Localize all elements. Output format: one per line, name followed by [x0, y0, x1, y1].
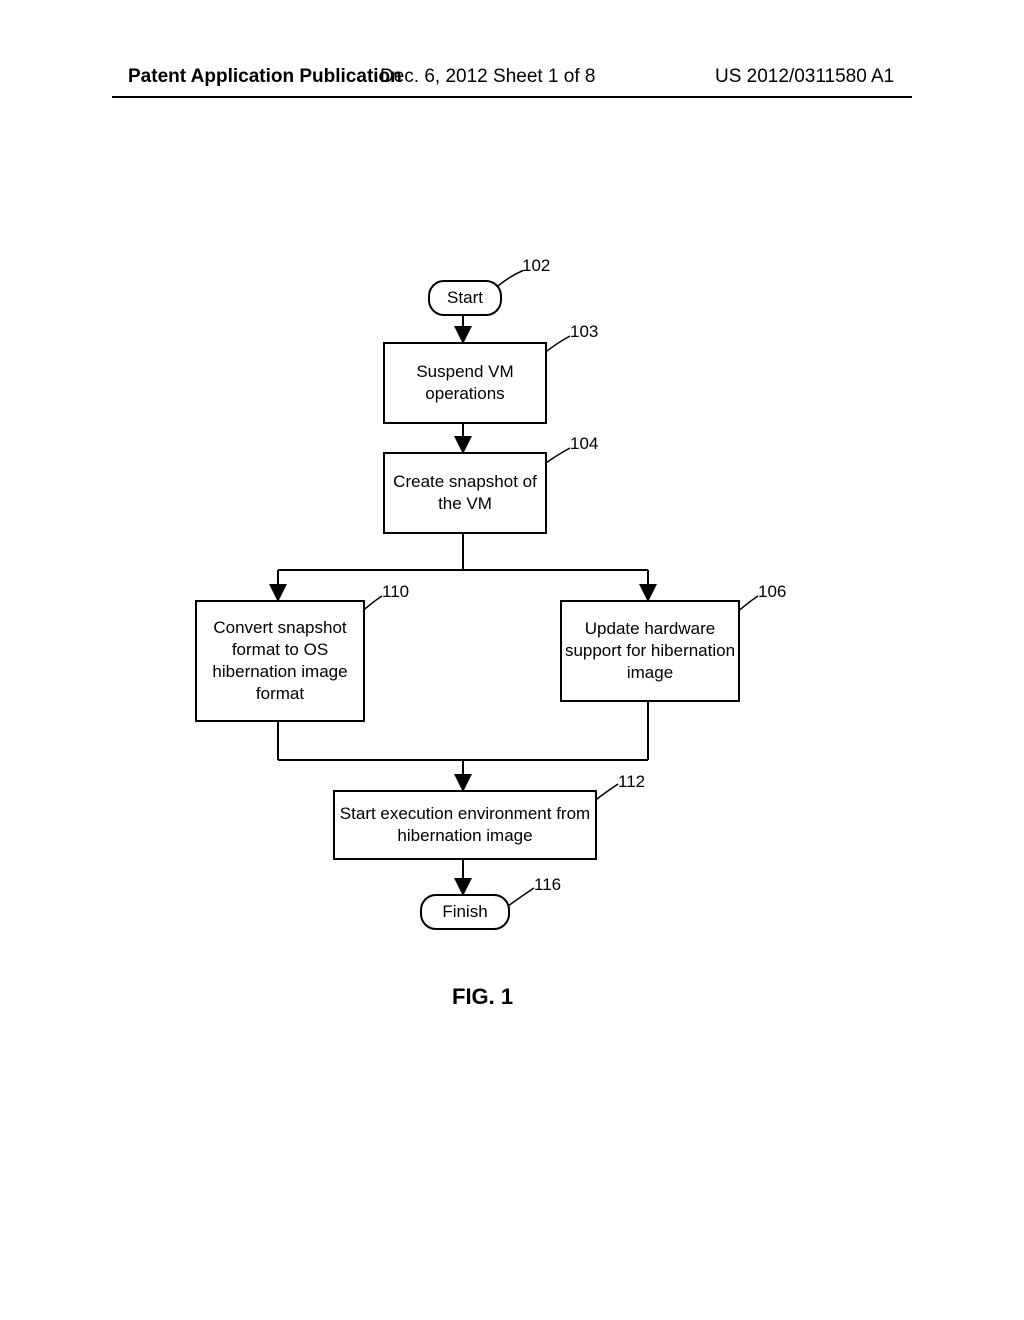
create-snapshot-text: Create snapshot of the VM: [385, 471, 545, 515]
ref-102: 102: [522, 256, 550, 276]
convert-snapshot-text: Convert snapshot format to OS hibernatio…: [197, 617, 363, 705]
flowchart-create-snapshot: Create snapshot of the VM: [383, 452, 547, 534]
header-divider: [112, 96, 912, 98]
start-execution-text: Start execution environment from hiberna…: [335, 803, 595, 847]
header-date-sheet: Dec. 6, 2012 Sheet 1 of 8: [380, 66, 596, 88]
suspend-vm-text: Suspend VM operations: [385, 361, 545, 405]
flowchart-finish: Finish: [420, 894, 510, 930]
header-doc-number: US 2012/0311580 A1: [715, 66, 894, 88]
ref-110: 110: [382, 582, 409, 602]
start-label: Start: [447, 288, 483, 308]
flowchart-start: Start: [428, 280, 502, 316]
finish-label: Finish: [442, 902, 487, 922]
ref-104: 104: [570, 434, 598, 454]
ref-112: 112: [618, 772, 645, 792]
page-header: Patent Application Publication Dec. 6, 2…: [0, 66, 1024, 96]
flowchart-suspend-vm: Suspend VM operations: [383, 342, 547, 424]
update-hardware-text: Update hardware support for hibernation …: [562, 618, 738, 684]
flowchart-convert-snapshot: Convert snapshot format to OS hibernatio…: [195, 600, 365, 722]
ref-103: 103: [570, 322, 598, 342]
flowchart-update-hardware: Update hardware support for hibernation …: [560, 600, 740, 702]
figure-caption: FIG. 1: [452, 984, 513, 1010]
header-publication-label: Patent Application Publication: [128, 66, 402, 88]
ref-116: 116: [534, 875, 561, 895]
ref-106: 106: [758, 582, 786, 602]
flowchart-start-execution: Start execution environment from hiberna…: [333, 790, 597, 860]
